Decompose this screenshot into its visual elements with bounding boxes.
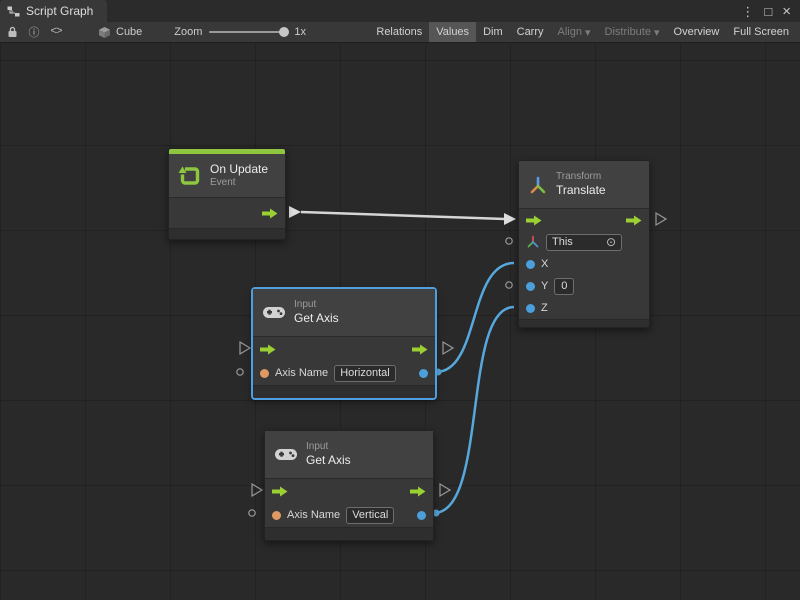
axis-name-field[interactable]: Vertical <box>346 507 394 524</box>
z-input-row: Z <box>519 297 649 319</box>
node-footer <box>265 527 433 540</box>
node-title: Get Axis <box>294 311 339 326</box>
axis-name-input-port[interactable] <box>260 369 269 378</box>
title-bar: Script Graph ⋮ □ × <box>0 0 800 22</box>
node-category: Input <box>306 441 351 454</box>
context-label: Cube <box>116 26 142 38</box>
code-preview-icon[interactable]: <> <box>48 24 64 40</box>
button-distribute[interactable]: Distribute ▾ <box>598 22 667 42</box>
button-carry[interactable]: Carry <box>510 22 551 42</box>
graph-toolbar: ⓘ <> Cube Zoom 1x Relations Values Dim C… <box>0 22 800 43</box>
y-value-field[interactable]: 0 <box>554 278 574 295</box>
gamepad-icon <box>274 447 298 462</box>
flow-input-port[interactable] <box>260 344 276 355</box>
axis-name-label: Axis Name <box>287 509 340 521</box>
y-value-port[interactable] <box>526 282 535 291</box>
tab-title: Script Graph <box>26 4 93 18</box>
node-title: On Update <box>210 162 268 177</box>
x-input-row: X <box>519 253 649 275</box>
flow-output-port[interactable] <box>410 486 426 497</box>
flow-input-port[interactable] <box>526 215 542 226</box>
window-maximize-button[interactable]: □ <box>764 5 772 18</box>
result-output-port[interactable] <box>419 369 428 378</box>
button-overview[interactable]: Overview <box>667 22 727 42</box>
window-close-button[interactable]: × <box>782 4 791 19</box>
node-header: Input Get Axis <box>253 289 435 337</box>
node-footer <box>253 385 435 398</box>
button-relations[interactable]: Relations <box>369 22 429 42</box>
flow-output-port[interactable] <box>626 215 642 226</box>
node-title: Translate <box>556 183 606 198</box>
node-title: Get Axis <box>306 453 351 468</box>
lock-icon[interactable] <box>4 24 20 40</box>
axis-name-label: Axis Name <box>275 367 328 379</box>
node-footer <box>169 228 285 239</box>
dropdown-arrow-icon: ▾ <box>585 26 591 39</box>
button-values[interactable]: Values <box>429 22 476 42</box>
flow-row <box>519 209 649 231</box>
button-dim[interactable]: Dim <box>476 22 510 42</box>
node-get-axis-horizontal[interactable]: Input Get Axis Axis Name Horizontal <box>252 288 436 399</box>
z-label: Z <box>541 302 548 314</box>
node-category: Input <box>294 299 339 312</box>
this-value: This <box>552 235 573 249</box>
flow-input-port[interactable] <box>272 486 288 497</box>
zoom-slider-handle[interactable] <box>279 27 289 37</box>
x-value-port[interactable] <box>526 260 535 269</box>
node-footer <box>519 319 649 327</box>
node-header: On Update Event <box>169 154 285 198</box>
node-on-update[interactable]: On Update Event <box>168 148 286 240</box>
flow-row <box>265 479 433 503</box>
axis-name-row: Axis Name Horizontal <box>253 361 435 385</box>
node-category: Transform <box>556 171 606 184</box>
x-label: X <box>541 258 548 270</box>
button-full-screen[interactable]: Full Screen <box>726 22 796 42</box>
script-graph-icon <box>7 6 20 17</box>
flow-output-row <box>169 198 285 228</box>
flow-row <box>253 337 435 361</box>
zoom-value: 1x <box>294 26 306 38</box>
cube-icon <box>98 26 111 39</box>
window-menu-button[interactable]: ⋮ <box>741 5 754 18</box>
node-get-axis-vertical[interactable]: Input Get Axis Axis Name Vertical <box>264 430 434 541</box>
this-row: This ⊙ <box>519 231 649 253</box>
axis-name-row: Axis Name Vertical <box>265 503 433 527</box>
object-picker-icon[interactable]: ⊙ <box>606 236 616 248</box>
result-output-port[interactable] <box>417 511 426 520</box>
y-input-row: Y 0 <box>519 275 649 297</box>
zoom-label: Zoom <box>174 26 202 38</box>
flow-output-port[interactable] <box>262 208 278 219</box>
this-object-field[interactable]: This ⊙ <box>546 234 622 251</box>
z-value-port[interactable] <box>526 304 535 313</box>
button-align[interactable]: Align ▾ <box>551 22 598 42</box>
node-header: Input Get Axis <box>265 431 433 479</box>
on-update-loop-icon <box>178 164 202 188</box>
dropdown-arrow-icon: ▾ <box>654 26 660 39</box>
transform-icon <box>528 175 548 195</box>
axis-gizmo-icon <box>526 235 540 249</box>
gamepad-icon <box>262 305 286 320</box>
axis-name-field[interactable]: Horizontal <box>334 365 396 382</box>
tab-script-graph[interactable]: Script Graph <box>0 0 107 22</box>
node-translate[interactable]: Transform Translate This ⊙ X Y 0 <box>518 160 650 328</box>
flow-output-port[interactable] <box>412 344 428 355</box>
node-header: Transform Translate <box>519 161 649 209</box>
node-subtitle: Event <box>210 177 268 190</box>
zoom-slider[interactable] <box>209 31 287 33</box>
y-label: Y <box>541 280 548 292</box>
axis-name-input-port[interactable] <box>272 511 281 520</box>
graph-context[interactable]: Cube <box>98 26 142 39</box>
info-icon[interactable]: ⓘ <box>26 24 42 40</box>
